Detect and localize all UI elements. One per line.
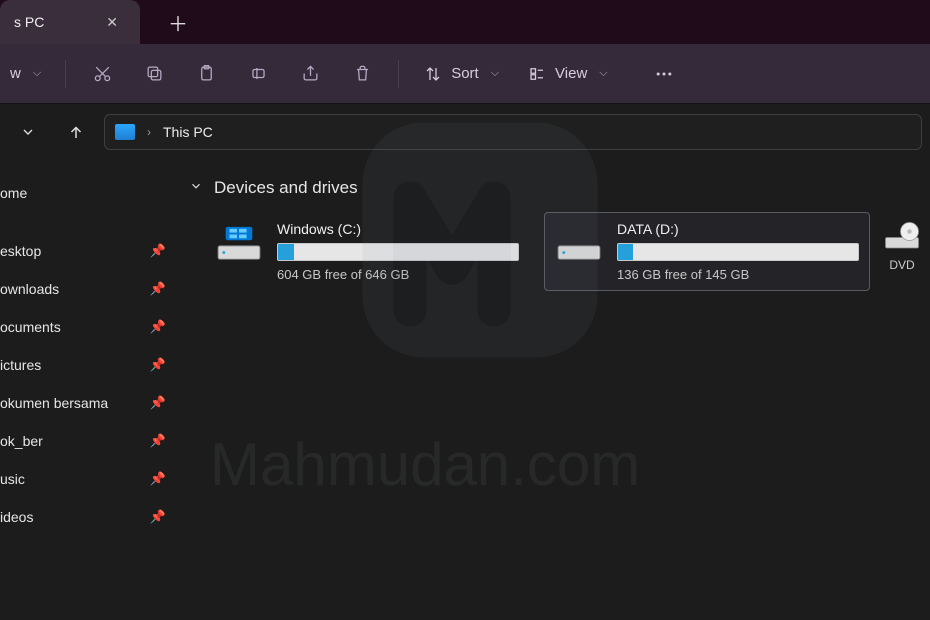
copy-button[interactable]: [132, 54, 176, 94]
sort-label: Sort: [451, 65, 479, 82]
drive-name: DATA (D:): [617, 221, 859, 237]
pin-icon: 📌: [150, 509, 166, 525]
pin-icon: 📌: [150, 433, 166, 449]
pin-icon: 📌: [150, 395, 166, 411]
capacity-bar: [277, 243, 519, 261]
drive-icon: [215, 221, 263, 282]
sidebar-item-label: ome: [0, 185, 166, 201]
view-label: View: [555, 65, 587, 82]
breadcrumb-location[interactable]: This PC: [163, 124, 213, 140]
up-button[interactable]: [56, 112, 96, 152]
section-devices-drives[interactable]: Devices and drives: [188, 178, 920, 198]
new-tab-button[interactable]: ＋: [160, 4, 196, 40]
sidebar-item-downloads[interactable]: ownloads 📌: [0, 270, 178, 308]
share-button[interactable]: [288, 54, 332, 94]
pin-icon: 📌: [150, 471, 166, 487]
divider: [398, 60, 399, 88]
drive-meta: DATA (D:) 136 GB free of 145 GB: [617, 221, 859, 282]
sidebar-item-documents[interactable]: ocuments 📌: [0, 308, 178, 346]
cut-button[interactable]: [80, 54, 124, 94]
sidebar-item-label: ownloads: [0, 281, 138, 297]
drive-meta: Windows (C:) 604 GB free of 646 GB: [277, 221, 519, 282]
drive-item-dvd[interactable]: DVD: [884, 212, 920, 291]
content-area: Devices and drives Windo: [178, 160, 930, 620]
sort-dropdown[interactable]: Sort ⌵: [413, 54, 509, 94]
pin-icon: 📌: [150, 243, 166, 259]
rename-icon: [248, 64, 268, 84]
chevron-down-icon: ⌵: [491, 67, 499, 80]
sidebar-item-label: ideos: [0, 509, 138, 525]
more-button[interactable]: [642, 54, 686, 94]
active-tab[interactable]: s PC ✕: [0, 0, 140, 44]
sidebar-item-ok-ber[interactable]: ok_ber 📌: [0, 422, 178, 460]
sidebar: ome esktop 📌 ownloads 📌 ocuments 📌 ictur…: [0, 160, 178, 620]
drive-free-text: 604 GB free of 646 GB: [277, 267, 519, 282]
sidebar-item-music[interactable]: usic 📌: [0, 460, 178, 498]
sort-icon: [423, 64, 443, 84]
paste-button[interactable]: [184, 54, 228, 94]
divider: [65, 60, 66, 88]
sidebar-item-label: ocuments: [0, 319, 138, 335]
view-icon: [527, 64, 547, 84]
dvd-icon: [884, 218, 920, 254]
drive-name: Windows (C:): [277, 221, 519, 237]
section-title: Devices and drives: [214, 178, 358, 198]
sidebar-item-dokumen-bersama[interactable]: okumen bersama 📌: [0, 384, 178, 422]
sidebar-item-label: ictures: [0, 357, 138, 373]
delete-icon: [352, 64, 372, 84]
address-bar[interactable]: › This PC: [104, 114, 922, 150]
drive-icon: [555, 221, 603, 282]
sidebar-item-desktop[interactable]: esktop 📌: [0, 232, 178, 270]
sidebar-item-videos[interactable]: ideos 📌: [0, 498, 178, 536]
chevron-down-icon: [188, 178, 204, 198]
sidebar-item-home[interactable]: ome: [0, 174, 178, 212]
share-icon: [300, 64, 320, 84]
sidebar-item-pictures[interactable]: ictures 📌: [0, 346, 178, 384]
spacer: [0, 212, 178, 232]
sidebar-item-label: usic: [0, 471, 138, 487]
pin-icon: 📌: [150, 357, 166, 373]
breadcrumb-separator-icon: ›: [147, 125, 151, 139]
dvd-label: DVD: [889, 258, 914, 272]
body: ome esktop 📌 ownloads 📌 ocuments 📌 ictur…: [0, 160, 930, 620]
pin-icon: 📌: [150, 281, 166, 297]
pin-icon: 📌: [150, 319, 166, 335]
cut-icon: [92, 64, 112, 84]
paste-icon: [196, 64, 216, 84]
recent-dropdown-button[interactable]: [8, 112, 48, 152]
close-tab-button[interactable]: ✕: [102, 10, 122, 35]
chevron-down-icon: ⌵: [599, 67, 607, 80]
chevron-down-icon: ⌵: [33, 67, 41, 80]
sidebar-item-label: ok_ber: [0, 433, 138, 449]
titlebar: s PC ✕ ＋: [0, 0, 930, 44]
more-icon: [654, 64, 674, 84]
toolbar: w ⌵ Sort ⌵: [0, 44, 930, 104]
drive-item-c[interactable]: Windows (C:) 604 GB free of 646 GB: [204, 212, 530, 291]
new-dropdown[interactable]: w ⌵: [0, 54, 51, 94]
drive-free-text: 136 GB free of 145 GB: [617, 267, 859, 282]
tab-title: s PC: [14, 14, 44, 30]
view-dropdown[interactable]: View ⌵: [517, 54, 618, 94]
capacity-bar: [617, 243, 859, 261]
drive-item-d[interactable]: DATA (D:) 136 GB free of 145 GB: [544, 212, 870, 291]
capacity-fill: [618, 244, 633, 260]
new-label: w: [10, 65, 21, 82]
delete-button[interactable]: [340, 54, 384, 94]
drives-row: Windows (C:) 604 GB free of 646 GB DATA: [188, 212, 920, 291]
rename-button[interactable]: [236, 54, 280, 94]
sidebar-item-label: okumen bersama: [0, 395, 138, 411]
sidebar-item-label: esktop: [0, 243, 138, 259]
navbar: › This PC: [0, 104, 930, 160]
this-pc-icon: [115, 124, 135, 140]
capacity-fill: [278, 244, 294, 260]
copy-icon: [144, 64, 164, 84]
